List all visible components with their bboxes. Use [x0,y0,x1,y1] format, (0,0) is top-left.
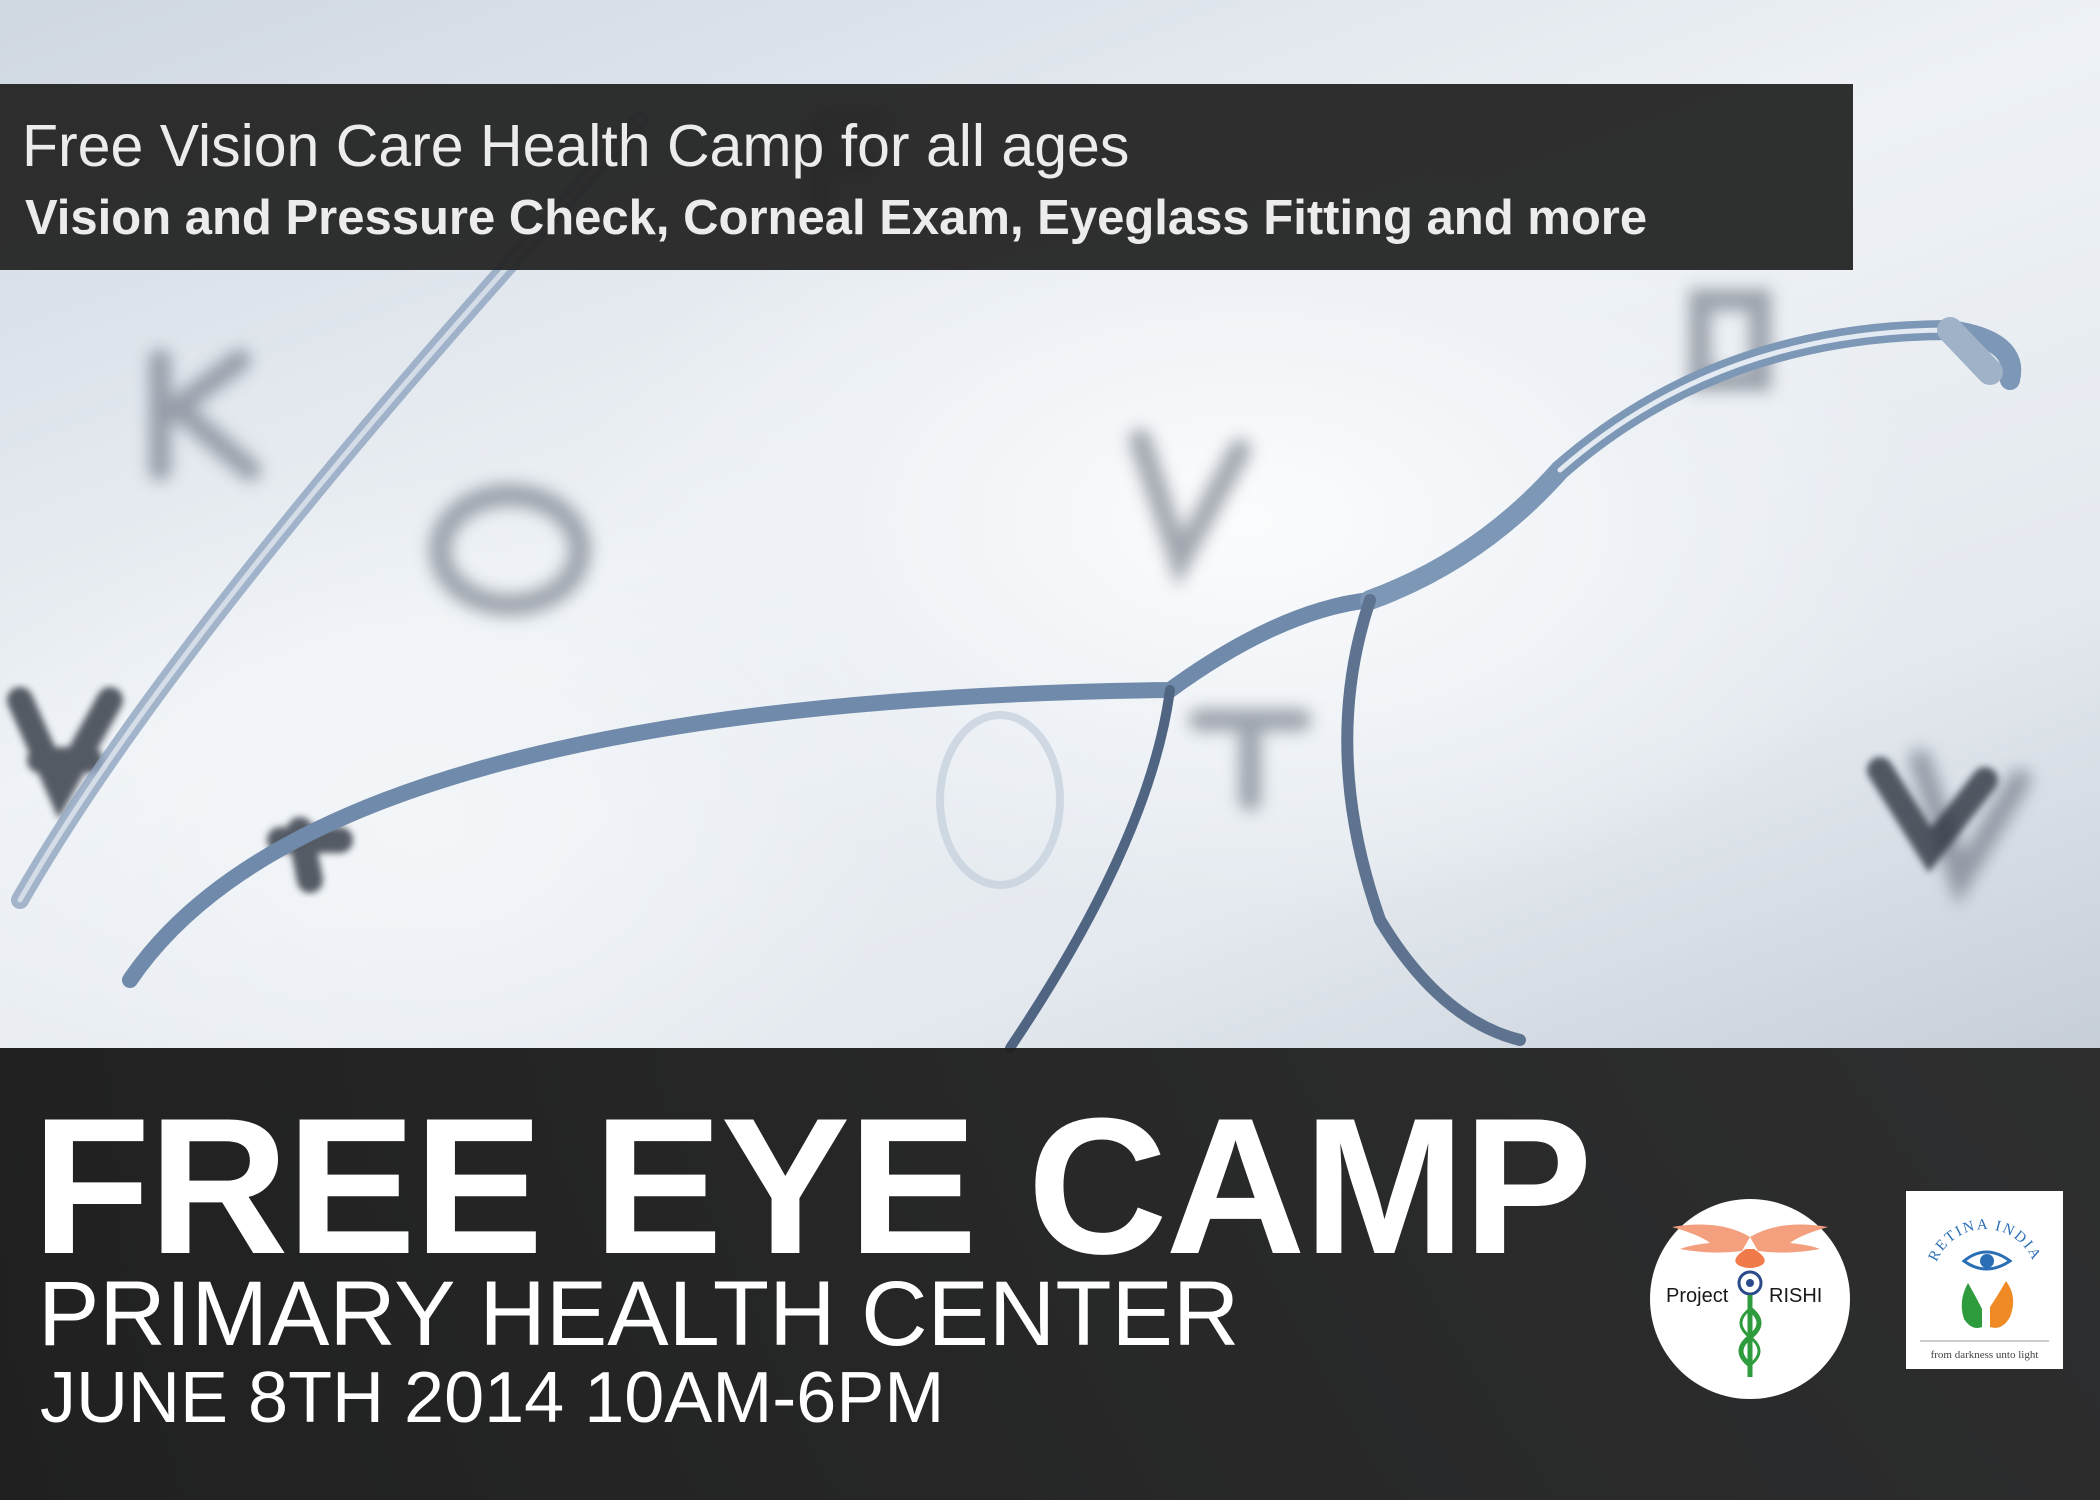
retina-india-logo: RETINA INDIA [1906,1191,2063,1369]
event-datetime: JUNE 8TH 2014 10AM-6PM [40,1358,945,1438]
eye-hand-icon: RETINA INDIA [1920,1217,2049,1342]
event-venue: PRIMARY HEALTH CENTER [38,1263,1240,1365]
banner-services: Vision and Pressure Check, Corneal Exam,… [25,191,1648,245]
event-headline: FREE EYE CAMP [32,1078,1593,1295]
banner-headline: Free Vision Care Health Camp for all age… [22,113,1130,179]
retina-tagline: from darkness unto light [1930,1349,2039,1361]
rishi-logo-word-project: Project [1666,1285,1729,1307]
rishi-logo-word-rishi: RISHI [1769,1285,1823,1307]
